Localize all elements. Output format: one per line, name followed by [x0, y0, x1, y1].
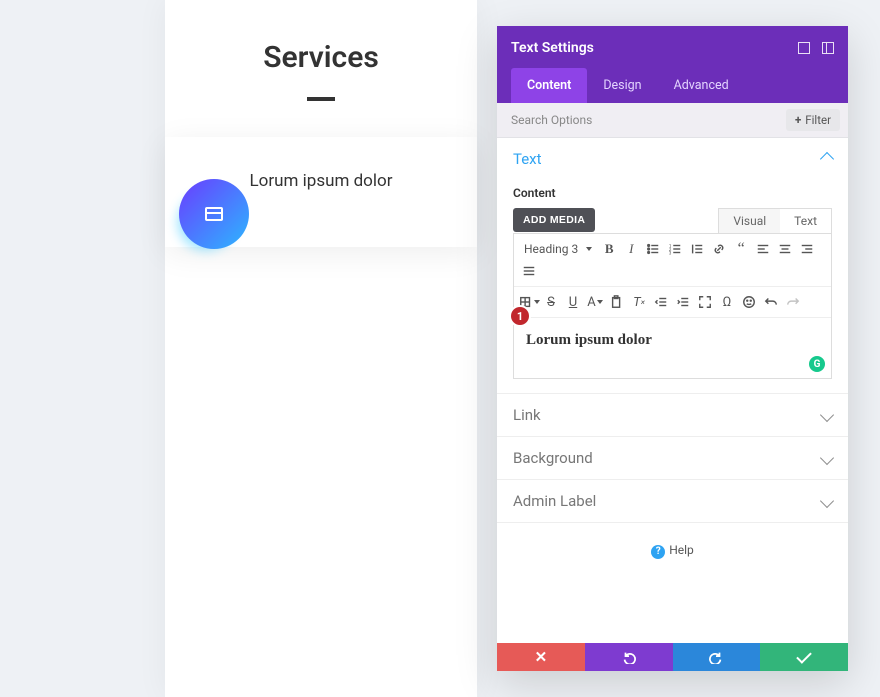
tab-visual[interactable]: Visual — [719, 209, 780, 233]
add-media-button[interactable]: ADD MEDIA — [513, 208, 595, 232]
grammarly-icon[interactable]: G — [809, 356, 825, 372]
close-icon: ✕ — [535, 648, 548, 666]
redo-footer-button[interactable] — [673, 643, 761, 671]
tab-content[interactable]: Content — [511, 68, 587, 103]
panel-header: Text Settings Content Design Advanced — [497, 26, 848, 103]
italic-button[interactable]: I — [620, 238, 642, 260]
section-link-title: Link — [513, 406, 541, 424]
undo-footer-button[interactable] — [585, 643, 673, 671]
chevron-up-icon — [820, 152, 834, 166]
paste-button[interactable] — [606, 291, 628, 313]
section-admin-label-title: Admin Label — [513, 492, 596, 510]
text-color-button[interactable]: A — [584, 291, 606, 313]
align-center-button[interactable] — [774, 238, 796, 260]
tab-design[interactable]: Design — [587, 68, 657, 103]
fullscreen-button[interactable] — [694, 291, 716, 313]
card-icon-wrap — [179, 179, 249, 249]
page-title: Services — [165, 40, 477, 75]
panel-title: Text Settings — [511, 40, 594, 56]
bold-button[interactable]: B — [598, 238, 620, 260]
wallet-icon — [205, 207, 223, 221]
section-text-header[interactable]: Text — [497, 138, 848, 180]
filter-button[interactable]: + Filter — [786, 109, 840, 131]
align-right-button[interactable] — [796, 238, 818, 260]
editor-content-area[interactable]: Lorum ipsum dolor G — [514, 318, 831, 378]
section-text-title: Text — [513, 150, 542, 168]
check-icon — [796, 648, 812, 664]
content-label: Content — [513, 186, 832, 200]
quote-button[interactable]: “ — [730, 238, 752, 260]
section-admin-label-header[interactable]: Admin Label — [497, 480, 848, 522]
section-background-header[interactable]: Background — [497, 437, 848, 479]
outdent-button[interactable] — [650, 291, 672, 313]
undo-button[interactable] — [760, 291, 782, 313]
blockquote-button[interactable] — [686, 238, 708, 260]
snap-right-icon[interactable] — [822, 42, 834, 54]
preview-canvas: Services Lorum ipsum dolor — [165, 0, 477, 697]
panel-body: Text Content ADD MEDIA Visual Text Headi… — [497, 138, 848, 643]
caret-down-icon — [586, 247, 592, 251]
help-label: Help — [669, 543, 694, 557]
expand-icon[interactable] — [798, 42, 810, 54]
filter-label: Filter — [805, 113, 831, 127]
chevron-down-icon — [820, 451, 834, 465]
toolbar-row-1: Heading 3 B I 123 “ — [514, 234, 831, 287]
editor-mode-tabs: Visual Text — [718, 208, 832, 233]
clear-formatting-button[interactable]: T× — [628, 291, 650, 313]
settings-panel: Text Settings Content Design Advanced Se… — [497, 26, 848, 671]
section-text: Text Content ADD MEDIA Visual Text Headi… — [497, 138, 848, 394]
chevron-down-icon — [820, 494, 834, 508]
numbered-list-button[interactable]: 123 — [664, 238, 686, 260]
bullet-list-button[interactable] — [642, 238, 664, 260]
format-selector-value: Heading 3 — [524, 242, 578, 256]
tab-advanced[interactable]: Advanced — [658, 68, 745, 103]
align-left-button[interactable] — [752, 238, 774, 260]
help-icon: ? — [651, 545, 665, 559]
strikethrough-button[interactable]: S — [540, 291, 562, 313]
redo-button[interactable] — [782, 291, 804, 313]
panel-tabs: Content Design Advanced — [511, 68, 834, 103]
section-admin-label: Admin Label — [497, 480, 848, 523]
underline-button[interactable]: U — [562, 291, 584, 313]
undo-icon — [622, 650, 636, 664]
service-card[interactable]: Lorum ipsum dolor — [165, 137, 477, 247]
tab-text-mode[interactable]: Text — [780, 209, 831, 233]
toolbar-row-2: S U A T× Ω — [514, 287, 831, 318]
search-input[interactable]: Search Options — [511, 113, 592, 127]
editor-text: Lorum ipsum dolor — [526, 332, 819, 349]
title-divider — [307, 97, 335, 101]
svg-text:3: 3 — [669, 251, 672, 256]
section-link: Link — [497, 394, 848, 437]
align-justify-button[interactable] — [518, 260, 540, 282]
link-button[interactable] — [708, 238, 730, 260]
section-background-title: Background — [513, 449, 593, 467]
wysiwyg-editor: Heading 3 B I 123 “ — [513, 233, 832, 379]
search-bar: Search Options + Filter — [497, 103, 848, 138]
redo-icon — [709, 650, 723, 664]
indent-button[interactable] — [672, 291, 694, 313]
chevron-down-icon — [820, 408, 834, 422]
save-button[interactable] — [760, 643, 848, 671]
help-row[interactable]: ? Help — [497, 523, 848, 559]
section-link-header[interactable]: Link — [497, 394, 848, 436]
panel-footer: ✕ — [497, 643, 848, 671]
section-background: Background — [497, 437, 848, 480]
card-icon-circle — [179, 179, 249, 249]
special-character-button[interactable]: Ω — [716, 291, 738, 313]
cancel-button[interactable]: ✕ — [497, 643, 585, 671]
plus-icon: + — [795, 113, 801, 127]
emoji-button[interactable] — [738, 291, 760, 313]
format-selector[interactable]: Heading 3 — [518, 238, 598, 260]
